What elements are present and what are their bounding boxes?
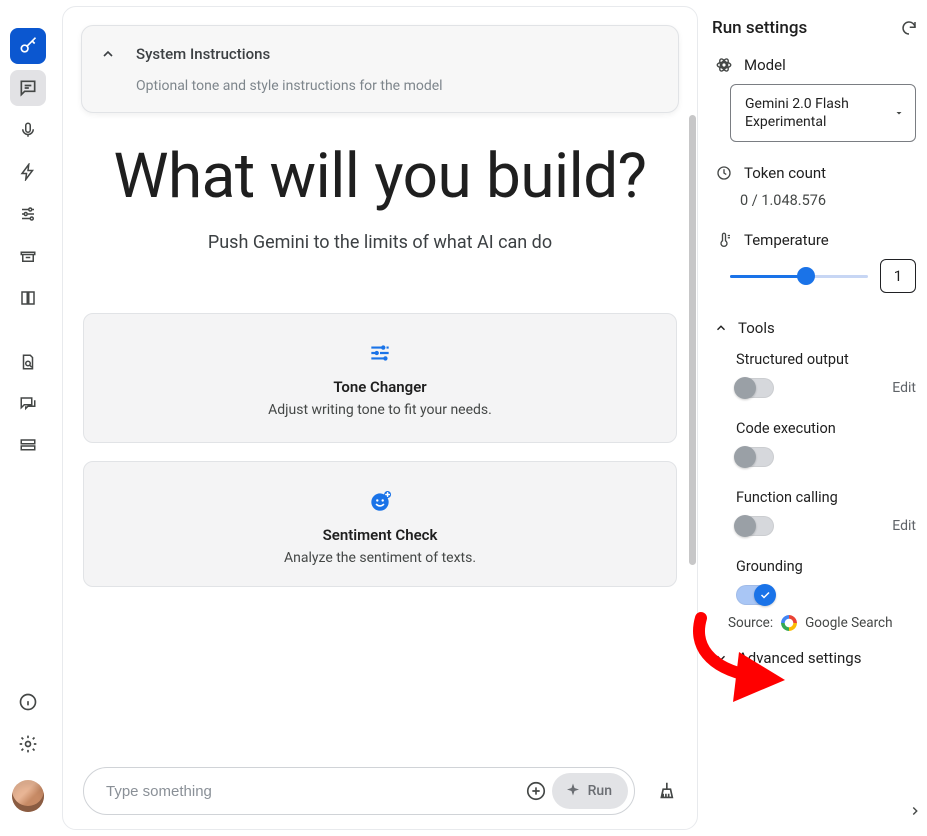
temperature-icon — [714, 231, 734, 249]
tools-label: Tools — [738, 319, 775, 337]
structured-output-toggle[interactable] — [736, 378, 774, 398]
rail-tune-icon[interactable] — [10, 196, 46, 232]
rail-bolt-icon[interactable] — [10, 154, 46, 190]
system-instructions-title: System Instructions — [136, 45, 270, 63]
collapse-panel-icon[interactable] — [908, 804, 922, 818]
model-icon — [714, 56, 734, 74]
caret-down-icon — [893, 107, 905, 119]
tool-name: Function calling — [736, 489, 916, 506]
function-calling-toggle[interactable] — [736, 516, 774, 536]
main-panel: System Instructions Optional tone and st… — [62, 6, 698, 830]
rail-key-icon[interactable] — [10, 28, 46, 64]
tool-name: Grounding — [736, 558, 916, 575]
temperature-label: Temperature — [744, 231, 829, 249]
advanced-settings-label: Advanced settings — [738, 649, 861, 667]
rail-archive-icon[interactable] — [10, 238, 46, 274]
reset-icon[interactable] — [900, 19, 918, 37]
source-name: Google Search — [805, 615, 892, 631]
code-execution-toggle[interactable] — [736, 447, 774, 467]
token-count-label: Token count — [744, 164, 826, 182]
sentiment-icon — [104, 488, 656, 514]
suggestion-card-tone-changer[interactable]: Tone Changer Adjust writing tone to fit … — [83, 313, 677, 443]
tool-structured-output: Structured output Edit — [736, 351, 916, 398]
run-button-label: Run — [588, 783, 612, 799]
model-select[interactable]: Gemini 2.0 Flash Experimental — [730, 84, 916, 142]
check-icon — [754, 584, 776, 606]
main-scrollbar[interactable] — [687, 115, 697, 769]
suggestion-title: Sentiment Check — [104, 526, 656, 544]
tool-code-execution: Code execution — [736, 420, 916, 467]
chevron-up-icon[interactable] — [94, 40, 122, 68]
grounding-toggle[interactable] — [736, 585, 774, 605]
rail-settings-icon[interactable] — [10, 726, 46, 762]
system-instructions-subtitle: Optional tone and style instructions for… — [136, 78, 660, 94]
token-count-value: 0 / 1.048.576 — [740, 192, 920, 209]
run-button[interactable]: Run — [552, 773, 628, 809]
suggestion-card-sentiment-check[interactable]: Sentiment Check Analyze the sentiment of… — [83, 461, 677, 587]
token-icon — [714, 164, 734, 182]
rail-mic-icon[interactable] — [10, 112, 46, 148]
run-settings-title: Run settings — [712, 18, 807, 38]
rail-forum-icon[interactable] — [10, 386, 46, 422]
suggestion-desc: Adjust writing tone to fit your needs. — [104, 402, 656, 418]
run-settings-panel: Run settings Model Gemini 2.0 Flash Expe… — [706, 0, 927, 836]
prompt-input-container[interactable]: Run — [83, 767, 635, 815]
user-avatar[interactable] — [12, 780, 44, 812]
rail-dashboard-icon[interactable] — [10, 428, 46, 464]
hero-subtitle: Push Gemini to the limits of what AI can… — [103, 232, 657, 253]
left-rail — [0, 0, 56, 836]
system-instructions-panel[interactable]: System Instructions Optional tone and st… — [81, 25, 679, 113]
rail-doc-search-icon[interactable] — [10, 344, 46, 380]
tool-grounding: Grounding — [736, 558, 916, 605]
source-label: Source: — [728, 615, 773, 631]
scrollbar-thumb[interactable] — [689, 115, 696, 565]
model-label: Model — [744, 56, 786, 74]
clear-button[interactable] — [647, 773, 683, 809]
temperature-value[interactable]: 1 — [880, 259, 916, 293]
rail-chat-icon[interactable] — [10, 70, 46, 106]
grounding-source: Source: Google Search — [728, 615, 920, 631]
hero-title: What will you build? — [103, 141, 657, 212]
tool-name: Structured output — [736, 351, 916, 368]
suggestion-desc: Analyze the sentiment of texts. — [104, 550, 656, 566]
temperature-slider[interactable] — [730, 268, 868, 284]
tool-function-calling: Function calling Edit — [736, 489, 916, 536]
model-selected-value: Gemini 2.0 Flash Experimental — [745, 96, 849, 130]
suggestion-title: Tone Changer — [104, 378, 656, 396]
rail-info-icon[interactable] — [10, 684, 46, 720]
structured-output-edit[interactable]: Edit — [892, 380, 916, 396]
prompt-input[interactable] — [104, 782, 520, 801]
google-logo-icon — [781, 615, 797, 631]
add-attachment-button[interactable] — [520, 775, 552, 807]
tune-icon — [104, 340, 656, 366]
advanced-settings-toggle[interactable]: Advanced settings — [714, 649, 920, 667]
rail-book-icon[interactable] — [10, 280, 46, 316]
tools-section-toggle[interactable]: Tools — [714, 319, 920, 337]
function-calling-edit[interactable]: Edit — [892, 518, 916, 534]
tool-name: Code execution — [736, 420, 916, 437]
